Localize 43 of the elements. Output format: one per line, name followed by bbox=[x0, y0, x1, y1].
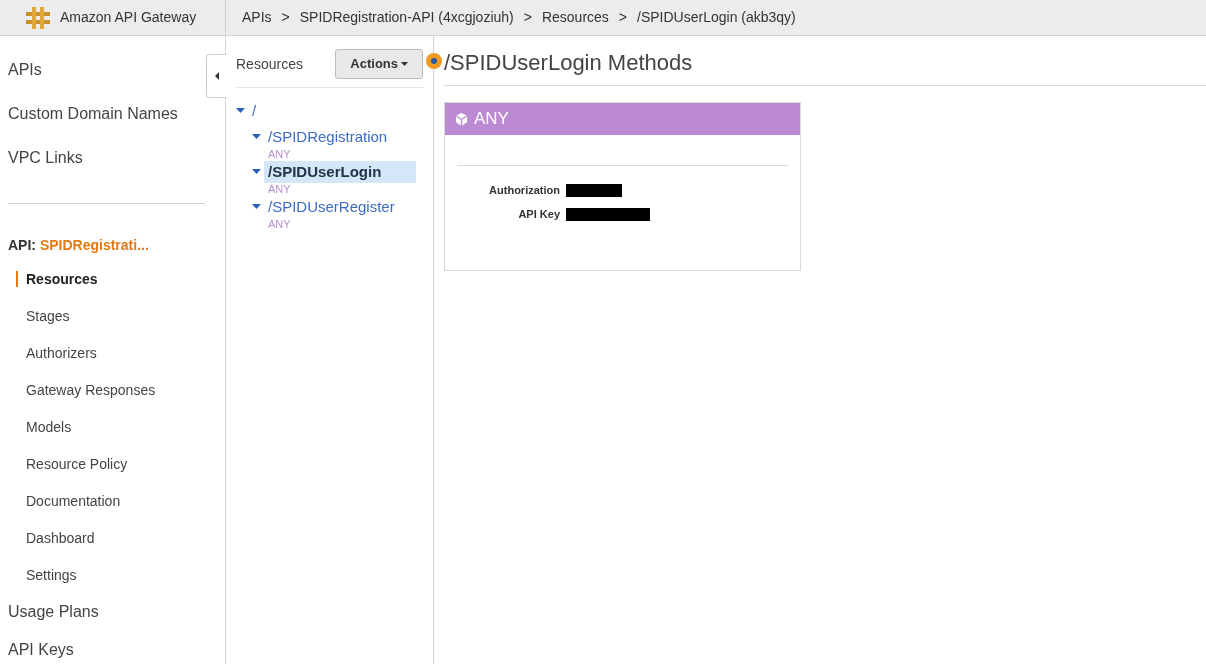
field-label: Authorization bbox=[488, 182, 560, 198]
nav-item[interactable]: Stages bbox=[16, 307, 70, 324]
resource-path[interactable]: /SPIDUserLogin bbox=[264, 161, 416, 183]
nav-item[interactable]: Resources bbox=[16, 270, 98, 287]
actions-button[interactable]: Actions bbox=[335, 49, 423, 79]
nav-item[interactable]: Documentation bbox=[16, 492, 121, 509]
nav-item[interactable]: VPC Links bbox=[8, 146, 83, 170]
nav-item[interactable]: Settings bbox=[16, 566, 77, 583]
collapse-tab[interactable] bbox=[206, 54, 226, 98]
caret-down-icon bbox=[401, 62, 408, 66]
caret-down-icon[interactable] bbox=[236, 108, 245, 114]
method-card[interactable]: ANY Authorization API Key bbox=[444, 102, 801, 271]
caret-down-icon[interactable] bbox=[252, 204, 261, 210]
caret-left-icon bbox=[214, 72, 219, 80]
breadcrumb-separator: > bbox=[281, 8, 290, 27]
breadcrumb-separator: > bbox=[618, 8, 628, 27]
caret-down-icon[interactable] bbox=[252, 134, 261, 140]
nav-item[interactable]: Resource Policy bbox=[16, 455, 128, 472]
nav-item[interactable]: APIs bbox=[8, 58, 42, 82]
nav-item[interactable]: Authorizers bbox=[16, 344, 97, 361]
nav-item[interactable]: Dashboard bbox=[16, 529, 95, 546]
cube-icon bbox=[455, 112, 468, 126]
resource-path[interactable]: /SPIDUserRegister bbox=[268, 196, 395, 218]
status-dot-icon bbox=[426, 53, 442, 69]
service-name[interactable]: Amazon API Gateway bbox=[60, 7, 197, 28]
nav-item[interactable]: Usage Plans bbox=[8, 600, 99, 624]
nav-item[interactable]: Models bbox=[16, 418, 72, 435]
field-label: API Key bbox=[517, 206, 560, 222]
resource-path[interactable]: / bbox=[252, 100, 257, 122]
panel-title: Resources bbox=[236, 54, 303, 74]
breadcrumb-link[interactable]: /SPIDUserLogin (akb3qy) bbox=[637, 7, 796, 28]
nav-item[interactable]: Custom Domain Names bbox=[8, 102, 178, 126]
breadcrumb-link[interactable]: APIs bbox=[242, 7, 272, 28]
nav-item[interactable]: Gateway Responses bbox=[16, 381, 156, 398]
nav-item[interactable]: API Keys bbox=[8, 638, 74, 662]
breadcrumb-separator: > bbox=[523, 8, 532, 27]
caret-down-icon[interactable] bbox=[252, 169, 261, 175]
resource-path[interactable]: /SPIDRegistration bbox=[268, 126, 388, 148]
page-title: /SPIDUserLogin Methods bbox=[444, 46, 1206, 86]
api-heading: API: SPIDRegistrati... bbox=[8, 236, 149, 255]
method-name: ANY bbox=[474, 108, 509, 131]
breadcrumb-link[interactable]: SPIDRegistration-API (4xcgjoziuh) bbox=[299, 7, 514, 28]
breadcrumb-link[interactable]: Resources bbox=[541, 7, 609, 28]
